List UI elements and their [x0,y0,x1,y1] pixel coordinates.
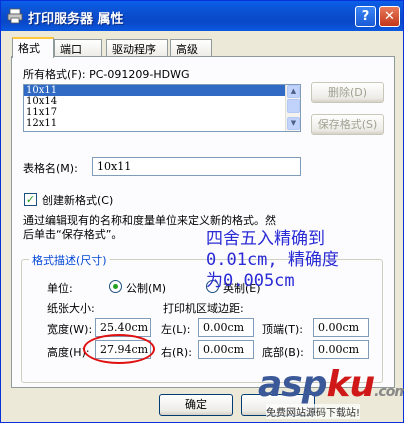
title-bar[interactable]: 打印服务器 属性 ? ✕ [1,1,403,31]
watermark-brand-accent: ku [326,364,376,405]
ok-button[interactable]: 确定 [159,394,233,416]
left-margin-label: 左(L): [161,323,191,336]
width-label: 宽度(W): [47,323,93,336]
annotation-circle [83,334,155,364]
annotation-line-2: 0.01cm, 精确度 [206,250,339,270]
scroll-down-icon[interactable]: ▼ [287,117,300,130]
create-new-format-label: 创建新格式(C) [42,194,114,207]
metric-radio[interactable] [109,280,122,293]
top-margin-label: 顶端(T): [262,323,304,336]
list-scrollbar[interactable]: ▲ ▼ [285,85,300,131]
left-margin-input[interactable]: 0.00cm [198,318,254,337]
annotation-line-3: 为0.005cm [206,271,295,291]
metric-label: 公制(M) [126,282,167,295]
print-server-properties-dialog: 打印服务器 属性 ? ✕ 格式 端口 驱动程序 高级 所有格式(F): PC-0… [0,0,404,423]
delete-button[interactable]: 删除(D) [311,82,384,103]
watermark-logo: aspku.com 免费网站源码下载站! [258,364,404,419]
tab-drivers[interactable]: 驱动程序 [106,39,168,57]
window-title: 打印服务器 属性 [28,12,124,27]
top-margin-input[interactable]: 0.00cm [313,318,369,337]
format-description-title: 格式描述(尺寸) [29,252,110,268]
watermark-brand-suffix: .com [374,384,404,400]
right-margin-label: 右(R): [161,346,192,359]
paper-size-label: 纸张大小: [47,302,95,315]
watermark-tagline: 免费网站源码下载站! [266,404,361,419]
all-formats-label: 所有格式(F): PC-091209-HDWG [23,68,190,81]
formats-list[interactable]: 10x11 10x14 11x17 12x11 ▲ ▼ [23,84,301,132]
list-item[interactable]: 10x14 [24,96,300,107]
right-margin-input[interactable]: 0.00cm [198,340,254,359]
tab-ports[interactable]: 端口 [54,39,102,57]
tab-advanced[interactable]: 高级 [170,39,212,57]
annotation-line-1: 四舍五入精确到 [206,229,325,249]
bottom-margin-input[interactable]: 0.00cm [313,340,369,359]
scroll-up-icon[interactable]: ▲ [287,85,300,98]
printer-icon [7,8,23,24]
list-item[interactable]: 10x11 [24,85,300,96]
unit-label: 单位: [47,282,73,295]
scroll-thumb[interactable] [287,99,300,113]
list-item[interactable]: 11x17 [24,107,300,118]
form-name-input[interactable]: 10x11 [92,157,301,176]
close-button[interactable]: ✕ [379,6,400,27]
watermark-brand-main: asp [258,364,327,405]
form-name-label: 表格名(M): [23,162,78,175]
bottom-margin-label: 底部(B): [262,346,304,359]
rounding-annotation: 四舍五入精确到 0.01cm, 精确度 为0.005cm [206,229,339,292]
tab-formats[interactable]: 格式 [12,37,54,58]
printer-margins-label: 打印机区域边距: [163,302,244,315]
help-button[interactable]: ? [355,6,376,27]
list-item[interactable]: 12x11 [24,118,300,129]
save-format-button[interactable]: 保存格式(S) [311,114,384,135]
create-new-format-checkbox[interactable]: ✓ [24,193,37,206]
description-line-2: 后单击“保存格式”。 [23,228,123,241]
